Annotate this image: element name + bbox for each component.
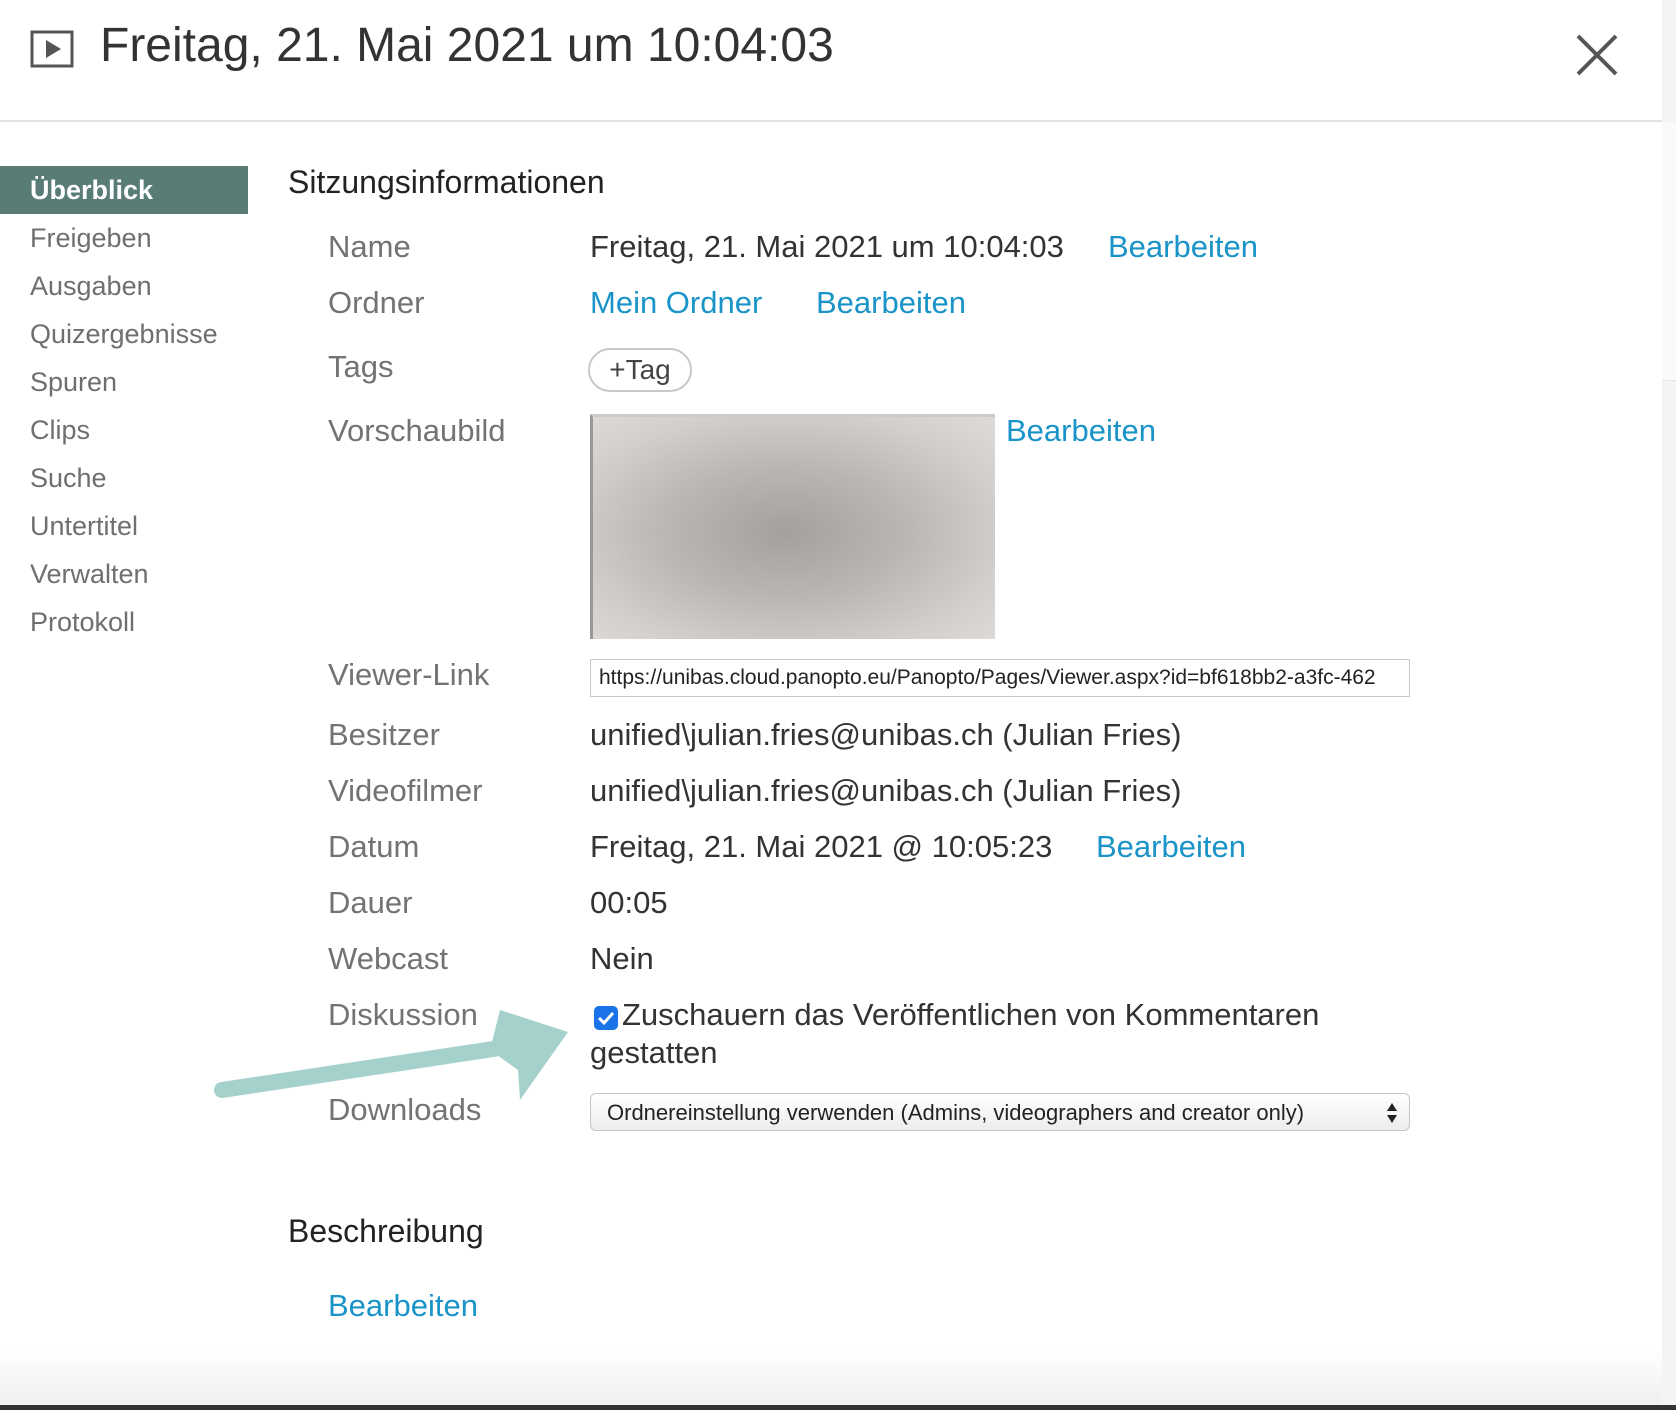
discussion-text-line2: gestatten	[590, 1035, 718, 1070]
discussion-text-line1: Zuschauern das Veröffentlichen von Komme…	[622, 997, 1320, 1032]
sidebar-item-freigeben[interactable]: Freigeben	[0, 214, 248, 262]
downloads-label: Downloads	[328, 1092, 482, 1127]
page-title: Freitag, 21. Mai 2021 um 10:04:03	[100, 19, 834, 72]
downloads-selected-value: Ordnereinstellung verwenden (Admins, vid…	[607, 1100, 1305, 1125]
edit-date-link[interactable]: Bearbeiten	[1096, 829, 1246, 865]
tags-label: Tags	[328, 349, 394, 384]
edit-folder-link[interactable]: Bearbeiten	[816, 285, 966, 321]
sidebar-item-suche[interactable]: Suche	[0, 454, 248, 502]
viewer-link-label: Viewer-Link	[328, 657, 490, 692]
thumbnail-label: Vorschaubild	[328, 413, 506, 448]
owner-value: unified\julian.fries@unibas.ch (Julian F…	[590, 717, 1182, 752]
sidebar-nav: Überblick Freigeben Ausgaben Quizergebni…	[0, 166, 248, 646]
scrollbar-track[interactable]	[1662, 0, 1676, 1410]
sidebar-item-ueberblick[interactable]: Überblick	[0, 166, 248, 214]
duration-label: Dauer	[328, 885, 413, 920]
date-value: Freitag, 21. Mai 2021 @ 10:05:23	[590, 829, 1053, 864]
discussion-checkbox[interactable]	[594, 1006, 618, 1030]
add-tag-button[interactable]: +Tag	[588, 348, 692, 392]
webcast-label: Webcast	[328, 941, 449, 976]
duration-value: 00:05	[590, 885, 668, 920]
dialog-header: Freitag, 21. Mai 2021 um 10:04:03	[0, 0, 1662, 122]
sidebar-item-spuren[interactable]: Spuren	[0, 358, 248, 406]
folder-label: Ordner	[328, 285, 425, 320]
downloads-select[interactable]: Ordnereinstellung verwenden (Admins, vid…	[590, 1093, 1410, 1131]
window-bottom-edge	[0, 1405, 1676, 1410]
sidebar-item-quizergebnisse[interactable]: Quizergebnisse	[0, 310, 248, 358]
videographer-value: unified\julian.fries@unibas.ch (Julian F…	[590, 773, 1182, 808]
sidebar-item-clips[interactable]: Clips	[0, 406, 248, 454]
sidebar-item-ausgaben[interactable]: Ausgaben	[0, 262, 248, 310]
select-arrows-icon	[1387, 1103, 1397, 1123]
name-label: Name	[328, 229, 411, 264]
owner-label: Besitzer	[328, 717, 440, 752]
sidebar-item-protokoll[interactable]: Protokoll	[0, 598, 248, 646]
sidebar-item-verwalten[interactable]: Verwalten	[0, 550, 248, 598]
edit-thumbnail-link[interactable]: Bearbeiten	[1006, 413, 1156, 449]
webcast-value: Nein	[590, 941, 654, 976]
footer-shadow	[0, 1350, 1662, 1410]
edit-description-link[interactable]: Bearbeiten	[328, 1288, 478, 1324]
thumbnail-image	[590, 414, 995, 639]
section-title-description: Beschreibung	[288, 1213, 484, 1249]
folder-link[interactable]: Mein Ordner	[590, 285, 762, 321]
videographer-label: Videofilmer	[328, 773, 483, 808]
name-value: Freitag, 21. Mai 2021 um 10:04:03	[590, 229, 1064, 264]
close-icon[interactable]	[1574, 32, 1620, 78]
sidebar-item-untertitel[interactable]: Untertitel	[0, 502, 248, 550]
play-icon	[30, 30, 74, 68]
section-title-session: Sitzungsinformationen	[288, 164, 605, 200]
edit-name-link[interactable]: Bearbeiten	[1108, 229, 1258, 265]
viewer-link-input[interactable]	[590, 659, 1410, 697]
date-label: Datum	[328, 829, 420, 864]
